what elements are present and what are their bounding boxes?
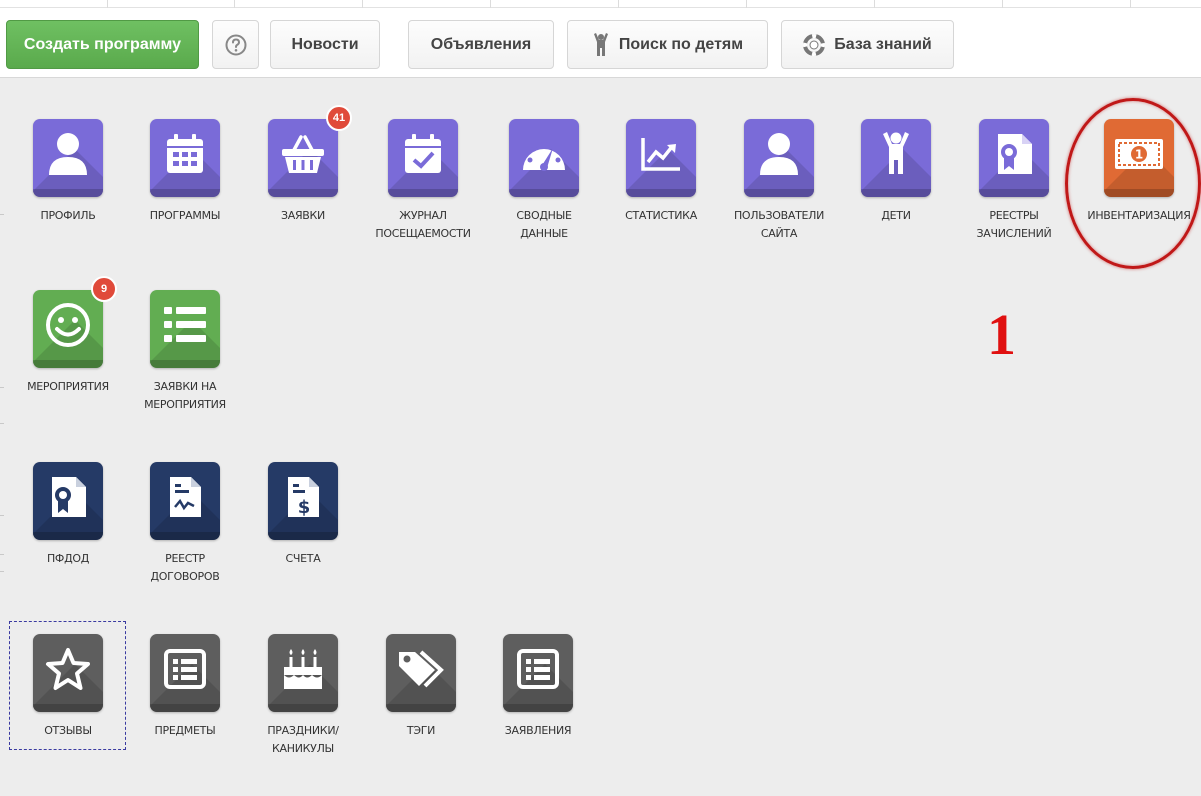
tile-profile[interactable]: ПРОФИЛЬ [9, 119, 127, 225]
child-icon [861, 119, 931, 197]
tile-events[interactable]: 9 МЕРОПРИЯТИЯ [9, 276, 127, 396]
news-button[interactable]: Новости [270, 20, 380, 69]
smiley-icon [33, 290, 103, 368]
create-program-label: Создать программу [23, 35, 182, 53]
tile-invoices[interactable]: $ СЧЕТА [244, 462, 362, 568]
tile-site-users[interactable]: ПОЛЬЗОВАТЕЛИ САЙТА [720, 119, 838, 243]
calendar-check-icon [388, 119, 458, 197]
tile-label: ТЭГИ [406, 724, 436, 737]
tile-programs[interactable]: ПРОГРАММЫ [126, 119, 244, 225]
tile-label: ПОЛЬЗОВАТЕЛИ САЙТА [733, 209, 825, 240]
tile-label: СТАТИСТИКА [625, 209, 697, 222]
tile-children[interactable]: ДЕТИ [837, 119, 955, 225]
announcements-button[interactable]: Объявления [408, 20, 554, 69]
question-circle-icon [225, 34, 247, 56]
dashboard-grid: ПРОФИЛЬ ПРОГРАММЫ 41 ЗАЯВКИ ЖУРНАЛ ПОСЕЩА… [0, 79, 1201, 796]
create-program-button[interactable]: Создать программу [6, 20, 199, 69]
tile-holidays[interactable]: ПРАЗДНИКИ/КАНИКУЛЫ [244, 634, 362, 758]
help-button[interactable] [212, 20, 259, 69]
tile-label: ПРОФИЛЬ [40, 209, 96, 222]
tile-label: ДЕТИ [881, 209, 911, 222]
list-box-icon [150, 634, 220, 712]
tile-statistics[interactable]: СТАТИСТИКА [602, 119, 720, 225]
tile-label: ЖУРНАЛ ПОСЕЩАЕМОСТИ [375, 209, 471, 240]
list-box-icon [503, 634, 573, 712]
tile-label: ПРАЗДНИКИ/КАНИКУЛЫ [267, 724, 339, 755]
tile-label: СЧЕТА [285, 552, 321, 565]
child-icon [592, 32, 610, 57]
svg-text:$: $ [298, 497, 311, 518]
knowledge-base-label: База знаний [834, 35, 932, 53]
tile-contracts-register[interactable]: РЕЕСТР ДОГОВОРОВ [126, 462, 244, 586]
announcements-label: Объявления [430, 35, 532, 53]
line-chart-icon [626, 119, 696, 197]
child-search-button[interactable]: Поиск по детям [567, 20, 768, 69]
tile-subjects[interactable]: ПРЕДМЕТЫ [126, 634, 244, 740]
tile-label: ЗАЯВКИ [280, 209, 325, 222]
dashboard-icon [509, 119, 579, 197]
tile-label: ЗАЯВКИ НА МЕРОПРИЯТИЯ [144, 380, 226, 411]
certificate-icon [979, 119, 1049, 197]
tile-label: ПРОГРАММЫ [149, 209, 221, 222]
annotation-number: 1 [987, 302, 1016, 367]
tile-label: ЗАЯВЛЕНИЯ [504, 724, 572, 737]
tile-label: РЕЕСТРЫ ЗАЧИСЛЕНИЙ [976, 209, 1052, 240]
tile-summary[interactable]: СВОДНЫЕ ДАННЫЕ [485, 119, 603, 243]
tile-tags[interactable]: ТЭГИ [362, 634, 480, 740]
svg-text:1: 1 [1135, 148, 1143, 162]
top-strip [0, 0, 1201, 8]
tile-event-applications[interactable]: ЗАЯВКИ НА МЕРОПРИЯТИЯ [126, 290, 244, 414]
tile-applications[interactable]: 41 ЗАЯВКИ [244, 105, 362, 225]
basket-icon [268, 119, 338, 197]
tile-label: ОТЗЫВЫ [44, 724, 92, 737]
list-icon [150, 290, 220, 368]
knowledge-base-button[interactable]: База знаний [781, 20, 954, 69]
tile-attendance[interactable]: ЖУРНАЛ ПОСЕЩАЕМОСТИ [364, 119, 482, 243]
tile-label: ПФДОД [46, 552, 90, 565]
lifebuoy-icon [803, 33, 826, 56]
tile-label: РЕЕСТР ДОГОВОРОВ [150, 552, 220, 583]
tile-label: ПРЕДМЕТЫ [154, 724, 216, 737]
certificate-icon [33, 462, 103, 540]
tile-label: СВОДНЫЕ ДАННЫЕ [516, 209, 572, 240]
calendar-icon [150, 119, 220, 197]
tile-label: МЕРОПРИЯТИЯ [27, 380, 109, 393]
notification-badge: 41 [326, 105, 352, 131]
contract-icon [150, 462, 220, 540]
highlight-ring [1065, 98, 1201, 269]
user-icon [744, 119, 814, 197]
toolbar: Создать программу Новости Объявления Пои… [0, 8, 1201, 78]
tile-enrollment-registers[interactable]: РЕЕСТРЫ ЗАЧИСЛЕНИЙ [955, 119, 1073, 243]
tile-reviews[interactable]: ОТЗЫВЫ [9, 634, 127, 740]
notification-badge: 9 [91, 276, 117, 302]
star-icon [33, 634, 103, 712]
child-search-label: Поиск по детям [618, 35, 744, 53]
invoice-icon: $ [268, 462, 338, 540]
user-icon [33, 119, 103, 197]
birthday-cake-icon [268, 634, 338, 712]
news-label: Новости [291, 35, 359, 53]
tile-pfdod[interactable]: ПФДОД [9, 462, 127, 568]
tags-icon [386, 634, 456, 712]
tile-statements[interactable]: ЗАЯВЛЕНИЯ [479, 634, 597, 740]
